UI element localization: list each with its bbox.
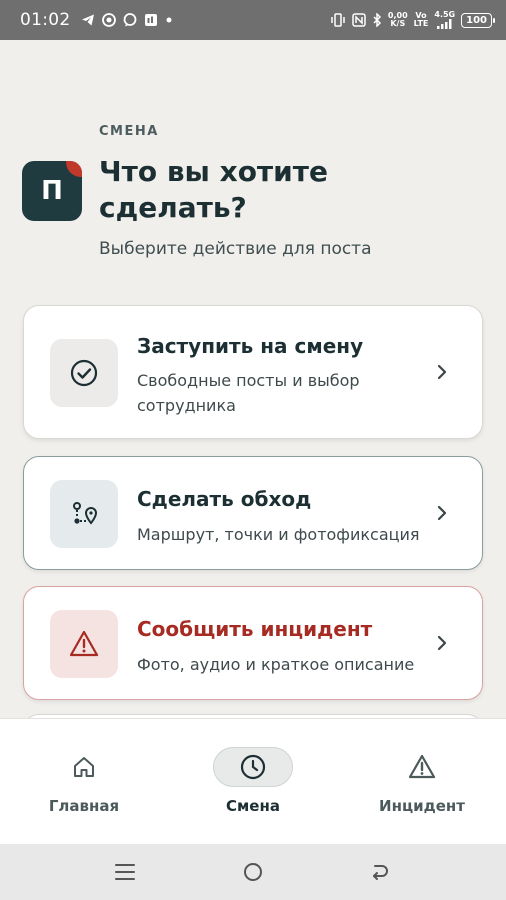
signal-icon xyxy=(436,19,452,29)
status-right: 0,00 K/S Vo LTE 4.5G 100 xyxy=(330,11,495,29)
clock-icon xyxy=(213,747,293,787)
volte-bottom: LTE xyxy=(413,19,429,28)
main-content: СМЕНА П Что вы хотите сделать? Выберите … xyxy=(0,40,506,718)
nav-label: Главная xyxy=(48,797,120,815)
bluetooth-icon xyxy=(373,13,381,27)
net-speed: 0,00 K/S xyxy=(388,12,408,28)
action-card-title: Сделать обход xyxy=(137,487,312,511)
net-speed-unit: K/S xyxy=(390,19,406,28)
nav-item-shift[interactable]: Смена xyxy=(169,719,337,845)
action-card-title: Заступить на смену xyxy=(137,334,364,358)
home-circle-icon[interactable] xyxy=(241,860,265,884)
action-card-report-incident[interactable]: Сообщить инцидент Фото, аудио и краткое … xyxy=(23,586,483,700)
logo-letter: П xyxy=(41,176,63,206)
vibrate-icon xyxy=(331,13,345,27)
section-eyebrow: СМЕНА xyxy=(99,124,159,139)
chat-icon xyxy=(123,13,136,27)
warning-icon xyxy=(382,747,462,787)
chevron-right-icon xyxy=(437,364,447,380)
logo-corner xyxy=(66,161,82,177)
status-time: 01:02 xyxy=(20,10,71,30)
chevron-right-icon xyxy=(437,635,447,651)
back-icon[interactable] xyxy=(368,860,392,884)
system-navigation-bar xyxy=(0,844,506,900)
network-type: 4.5G xyxy=(434,10,456,19)
action-card-start-shift[interactable]: Заступить на смену Свободные посты и выб… xyxy=(23,305,483,439)
chevron-right-icon xyxy=(437,505,447,521)
volte: Vo LTE xyxy=(414,12,429,28)
route-icon xyxy=(50,480,118,548)
nav-label: Смена xyxy=(226,797,280,815)
signal: 4.5G xyxy=(434,11,455,29)
status-bar: 01:02 0,00 K/S Vo LTE 4.5G 100 xyxy=(0,0,506,40)
page-subtitle: Выберите действие для поста xyxy=(99,239,372,259)
telegram-icon xyxy=(81,14,94,26)
bottom-navigation: Главная Смена Инцидент xyxy=(0,718,506,844)
notification-icons xyxy=(81,13,173,27)
action-card-description: Маршрут, точки и фотофиксация xyxy=(137,525,420,544)
nav-label: Инцидент xyxy=(379,797,465,815)
check-circle-icon xyxy=(50,339,118,407)
nav-item-incident[interactable]: Инцидент xyxy=(338,719,506,845)
home-icon xyxy=(44,747,124,787)
nav-item-home[interactable]: Главная xyxy=(0,719,168,845)
dot-icon xyxy=(166,17,171,23)
app-icon xyxy=(144,14,157,26)
action-card-description: Свободные посты и выбор сотрудника xyxy=(137,371,360,415)
action-card-patrol[interactable]: Сделать обход Маршрут, точки и фотофикса… xyxy=(23,456,483,570)
battery-indicator: 100 xyxy=(461,12,495,28)
page-title: Что вы хотите сделать? xyxy=(99,155,328,224)
warning-icon xyxy=(50,610,118,678)
action-card-description: Фото, аудио и краткое описание xyxy=(137,655,415,674)
nfc-icon xyxy=(352,13,366,27)
face-icon xyxy=(101,13,116,27)
action-card-title: Сообщить инцидент xyxy=(137,617,373,641)
app-logo: П xyxy=(22,161,82,221)
menu-icon[interactable] xyxy=(113,860,137,884)
